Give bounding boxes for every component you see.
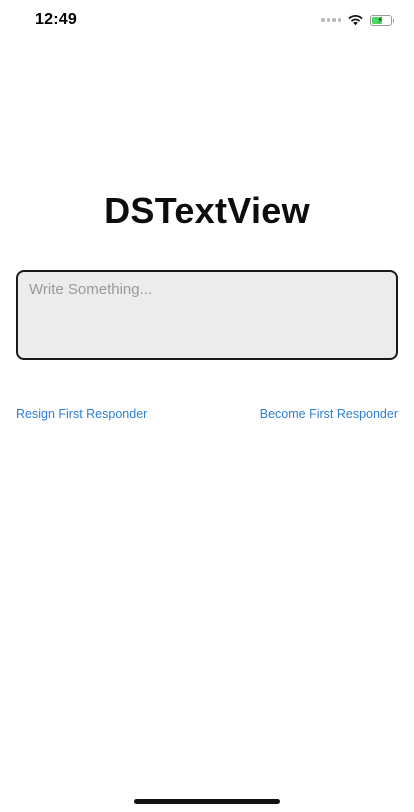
text-view-placeholder: Write Something...: [29, 281, 153, 298]
wifi-icon: [348, 15, 363, 26]
resign-first-responder-button[interactable]: Resign First Responder: [16, 407, 147, 421]
status-time: 12:49: [35, 11, 77, 28]
bolt-icon: ⚡: [377, 14, 384, 25]
home-indicator: [134, 799, 280, 804]
status-bar: 12:49 ⚡: [0, 0, 414, 40]
become-first-responder-button[interactable]: Become First Responder: [260, 407, 398, 421]
status-icons: ⚡: [321, 12, 394, 28]
text-view[interactable]: Write Something...: [16, 270, 398, 360]
battery-charging-icon: ⚡: [370, 14, 394, 26]
page-title: DSTextView: [104, 190, 310, 231]
signal-dots-icon: [321, 18, 341, 22]
